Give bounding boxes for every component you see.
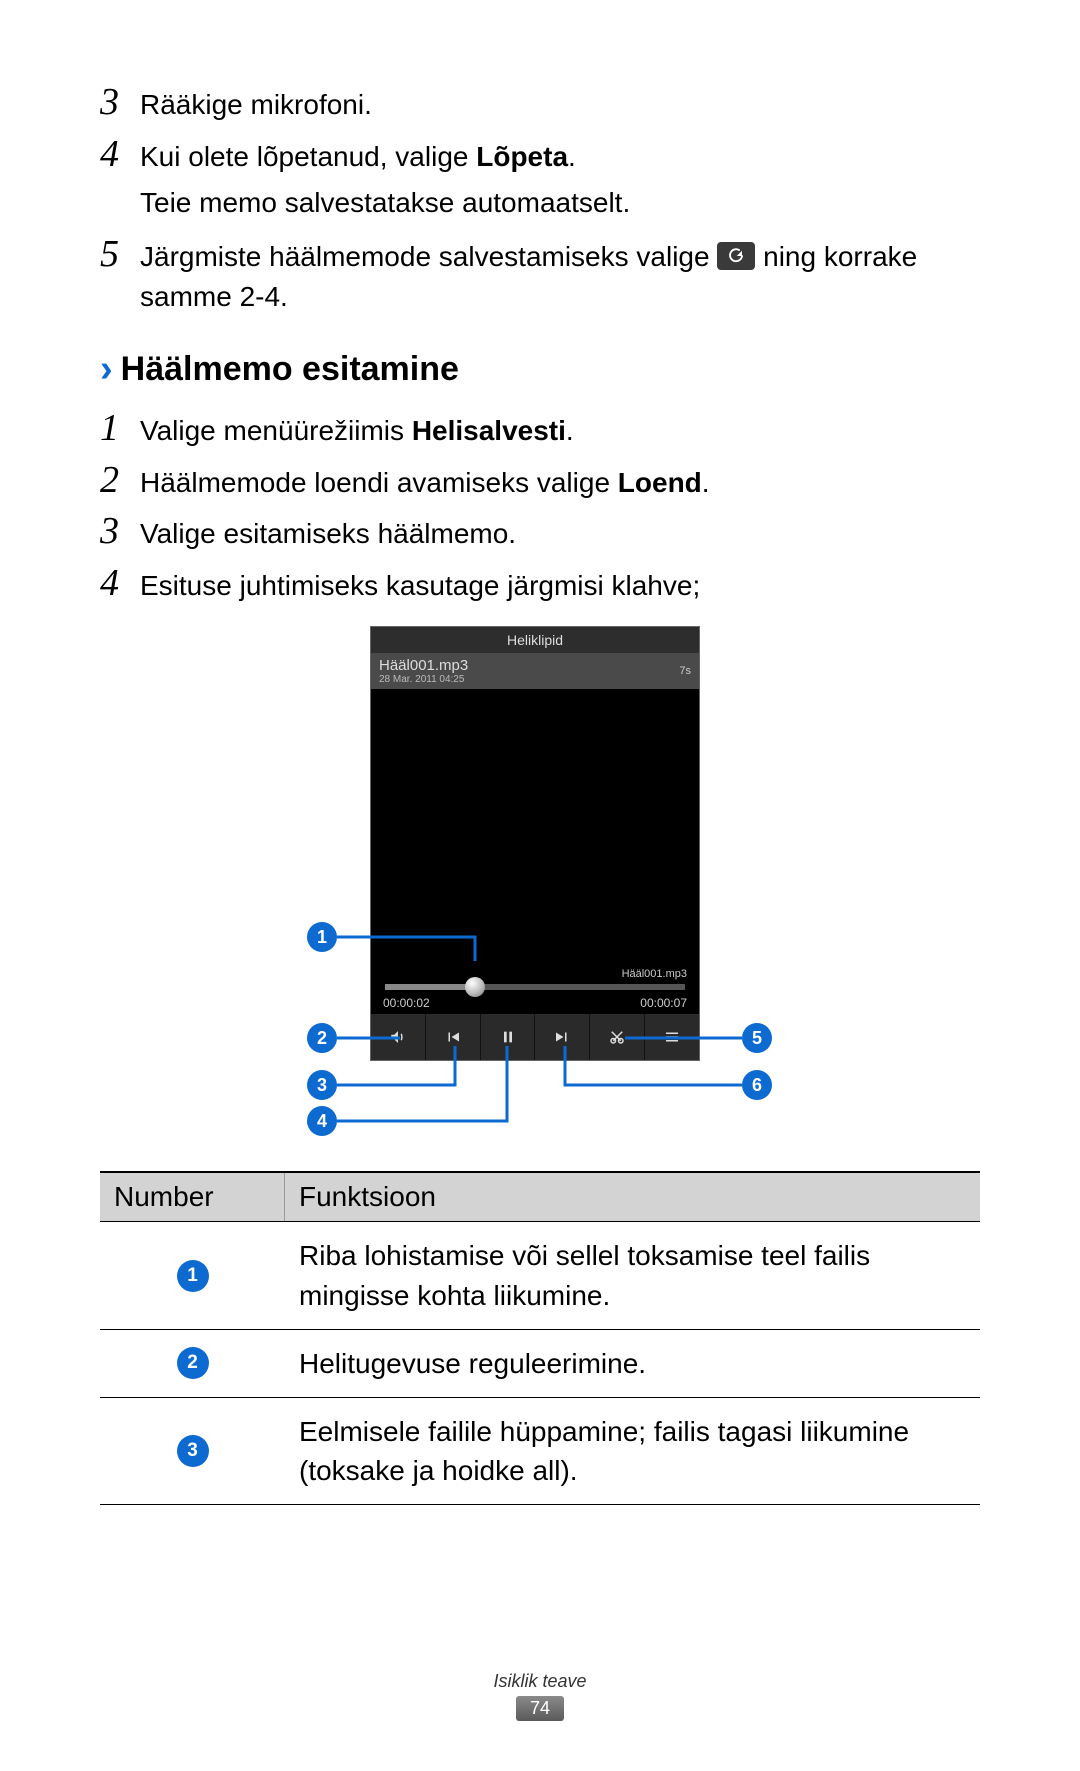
steps-play: 1Valige menüürežiimis Helisalvesti.2Hääl… [100,406,980,606]
td-function: Eelmisele failile hüppamine; failis taga… [285,1398,980,1504]
player-figure: Heliklipid Hääl001.mp3 28 Mar. 2011 04:2… [100,626,980,1136]
callout-4: 4 [307,1106,337,1136]
table-row: 1 Riba lohistamise või sellel toksamise t… [100,1222,980,1329]
file-duration: 7s [679,665,691,677]
time-elapsed: 00:00:02 [383,996,430,1010]
player-area: Hääl001.mp3 00:00:02 00:00:07 [371,968,699,1010]
seek-thumb[interactable] [465,977,485,997]
callout-2: 2 [307,1023,337,1053]
table-row: 3 Eelmisele failile hüppamine; failis tag… [100,1398,980,1504]
step-number: 5 [100,232,140,276]
chevron-right-icon: › [100,348,113,391]
number-badge: 3 [177,1435,209,1467]
page-footer: Isiklik teave 74 [0,1671,1080,1721]
callout-5: 5 [742,1023,772,1053]
file-name: Hääl001.mp3 [379,657,468,674]
callout-1: 1 [307,922,337,952]
step-number: 2 [100,458,140,502]
trim-button[interactable] [590,1014,645,1060]
player-controls [371,1014,699,1060]
phone-title: Heliklipid [371,627,699,653]
file-row[interactable]: Hääl001.mp3 28 Mar. 2011 04:25 7s [371,653,699,689]
phone-screenshot: Heliklipid Hääl001.mp3 28 Mar. 2011 04:2… [370,626,700,1061]
callout-6: 6 [742,1070,772,1100]
footer-section: Isiklik teave [0,1671,1080,1692]
volume-button[interactable] [371,1014,426,1060]
number-badge: 1 [177,1260,209,1292]
file-date: 28 Mar. 2011 04:25 [379,674,468,685]
table-header: Number Funktsioon [100,1173,980,1222]
step-number: 3 [100,509,140,553]
step-text: Kui olete lõpetanud, valige Lõpeta. [140,137,980,178]
list-item: 1Valige menüürežiimis Helisalvesti. [100,406,980,452]
step-text: Häälmemode loendi avamiseks valige Loend… [140,463,980,504]
next-button[interactable] [535,1014,590,1060]
page-number: 74 [516,1696,564,1721]
step-text: Esituse juhtimiseks kasutage järgmisi kl… [140,566,980,607]
step-text: Valige esitamiseks häälmemo. [140,514,980,555]
step-number: 4 [100,561,140,605]
list-item: 3Rääkige mikrofoni. [100,80,980,126]
steps-top: 3Rääkige mikrofoni.4Kui olete lõpetanud,… [100,80,980,318]
callout-3: 3 [307,1070,337,1100]
list-item: 2Häälmemode loendi avamiseks valige Loen… [100,458,980,504]
seek-track[interactable] [385,984,685,990]
list-item: 3Valige esitamiseks häälmemo. [100,509,980,555]
seek-fill [385,984,475,990]
td-number: 2 [100,1330,285,1397]
section-heading-text: Häälmemo esitamine [121,350,459,389]
table-row: 2 Helitugevuse reguleerimine. [100,1330,980,1398]
step-text: Rääkige mikrofoni. [140,85,980,126]
menu-button[interactable] [645,1014,699,1060]
function-table: Number Funktsioon 1 Riba lohistamise või … [100,1171,980,1505]
now-playing: Hääl001.mp3 [383,968,687,980]
list-item: 4Kui olete lõpetanud, valige Lõpeta. [100,132,980,178]
step-number: 3 [100,80,140,124]
td-function: Riba lohistamise või sellel toksamise te… [285,1222,980,1328]
td-function: Helitugevuse reguleerimine. [285,1330,980,1397]
time-total: 00:00:07 [640,996,687,1010]
record-icon [717,242,755,270]
prev-button[interactable] [426,1014,481,1060]
th-function: Funktsioon [285,1173,980,1221]
step-number: 4 [100,132,140,176]
step-continuation: Teie memo salvestatakse automaatselt. [140,183,980,224]
list-item: 5Järgmiste häälmemode salvestamiseks val… [100,232,980,318]
section-heading: › Häälmemo esitamine [100,348,980,391]
step-text: Järgmiste häälmemode salvestamiseks vali… [140,237,980,318]
step-text: Valige menüürežiimis Helisalvesti. [140,411,980,452]
number-badge: 2 [177,1347,209,1379]
list-item: 4Esituse juhtimiseks kasutage järgmisi k… [100,561,980,607]
th-number: Number [100,1173,285,1221]
td-number: 3 [100,1398,285,1504]
td-number: 1 [100,1222,285,1328]
step-number: 1 [100,406,140,450]
pause-button[interactable] [481,1014,536,1060]
